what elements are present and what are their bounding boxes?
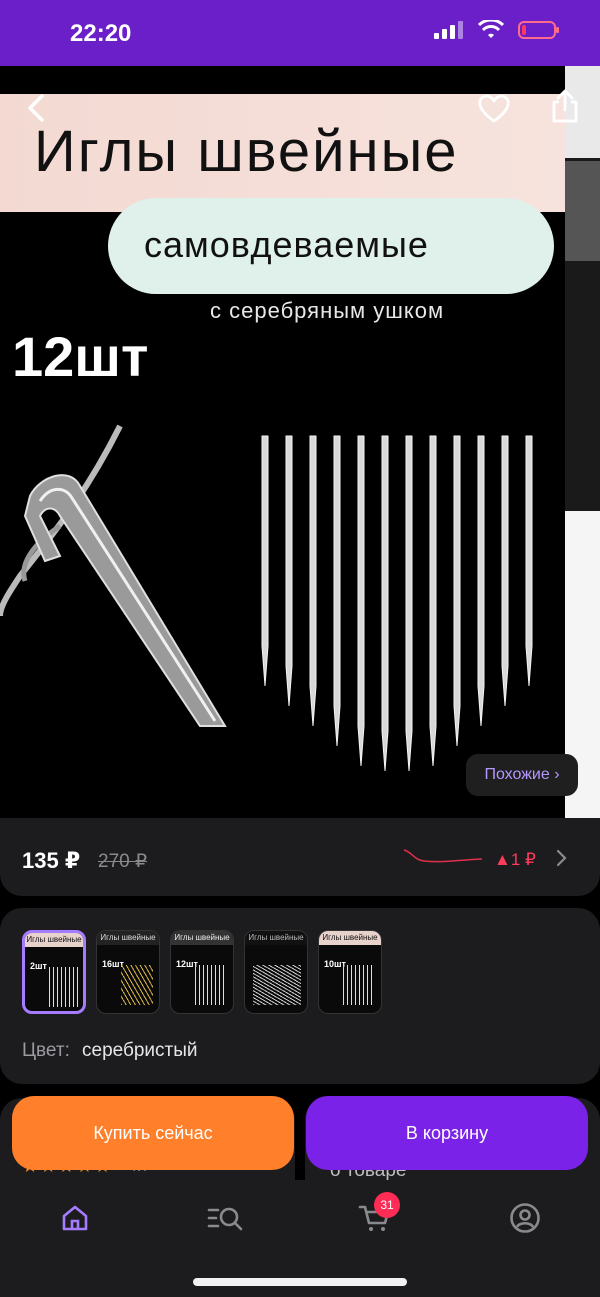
nav-profile[interactable] bbox=[505, 1198, 545, 1238]
cart-badge: 31 bbox=[374, 1192, 400, 1218]
current-price: 135 ₽ bbox=[22, 848, 81, 873]
price-change[interactable]: ▲1 ₽ bbox=[494, 850, 536, 870]
signal-icon bbox=[434, 21, 463, 39]
nav-home[interactable] bbox=[55, 1198, 95, 1238]
home-icon bbox=[62, 1205, 88, 1231]
variant-thumbnail[interactable]: Иглы швейные 12шт bbox=[170, 930, 234, 1014]
color-label: Цвет: bbox=[22, 1040, 70, 1061]
add-to-cart-button[interactable]: В корзину bbox=[306, 1096, 588, 1170]
profile-icon bbox=[510, 1203, 540, 1233]
home-indicator bbox=[193, 1278, 407, 1286]
old-price: 270 ₽ bbox=[98, 851, 148, 872]
needle-closeup-graphic bbox=[0, 424, 227, 727]
color-value: серебристый bbox=[82, 1040, 198, 1061]
chevron-right-icon[interactable] bbox=[554, 848, 568, 868]
nav-catalog[interactable] bbox=[205, 1198, 245, 1238]
variant-thumbnail[interactable]: Иглы швейные 10шт bbox=[318, 930, 382, 1014]
needles-row-graphic bbox=[261, 435, 533, 771]
status-time: 22:20 bbox=[70, 20, 132, 47]
share-icon[interactable] bbox=[550, 88, 580, 124]
favorite-heart-icon[interactable] bbox=[477, 92, 511, 124]
buy-now-button[interactable]: Купить сейчас bbox=[12, 1096, 294, 1170]
variant-thumbnails: Иглы швейные 2шт Иглы швейные 16шт Иглы … bbox=[22, 930, 382, 1014]
image-title: Иглы швейные bbox=[34, 119, 459, 184]
back-icon[interactable] bbox=[22, 92, 48, 124]
status-icons bbox=[434, 20, 560, 40]
variant-thumbnail[interactable]: Иглы швейные 2шт bbox=[22, 930, 86, 1014]
image-pill-text: самовдеваемые bbox=[144, 224, 429, 265]
image-subtitle: с серебряным ушком bbox=[210, 298, 445, 323]
price-history-sparkline bbox=[403, 849, 483, 863]
wifi-icon bbox=[478, 20, 504, 38]
variant-thumbnail[interactable]: Иглы швейные bbox=[244, 930, 308, 1014]
variant-thumbnail[interactable]: Иглы швейные 16шт bbox=[96, 930, 160, 1014]
similar-button[interactable]: Похожие › bbox=[466, 754, 578, 796]
battery-icon bbox=[518, 21, 559, 39]
image-count: 12шт bbox=[12, 325, 149, 388]
product-image[interactable]: Иглы швейные самовдеваемые с серебряным … bbox=[0, 66, 600, 818]
catalog-search-icon bbox=[207, 1207, 243, 1231]
